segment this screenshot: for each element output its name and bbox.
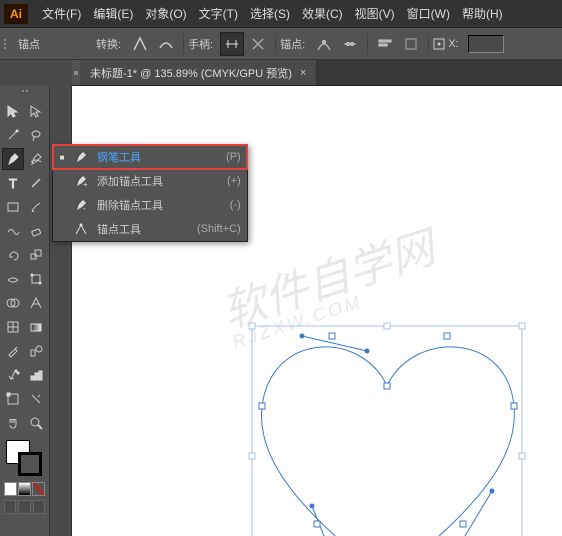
anchor-label: 锚点: [18, 36, 40, 52]
svg-text:+: +: [83, 180, 88, 188]
menu-window[interactable]: 窗口(W): [401, 1, 456, 26]
draw-normal-mode[interactable]: [4, 500, 16, 514]
menu-select[interactable]: 选择(S): [244, 1, 296, 26]
paintbrush-tool[interactable]: [26, 196, 48, 218]
flyout-pen-tool[interactable]: ■ 钢笔工具 (P): [53, 145, 247, 169]
symbol-sprayer-tool[interactable]: [2, 364, 24, 386]
anchor-convert-icon: [73, 222, 89, 236]
tab-grip[interactable]: [72, 60, 80, 85]
toolbox-grip[interactable]: [15, 90, 35, 96]
pen-icon: [73, 150, 89, 164]
curvature-tool[interactable]: [26, 148, 47, 170]
eraser-tool[interactable]: [26, 220, 48, 242]
artboard-tool[interactable]: [2, 388, 24, 410]
flyout-shortcut: (+): [227, 175, 241, 187]
mesh-tool[interactable]: [2, 316, 24, 338]
menubar: Ai 文件(F) 编辑(E) 对象(O) 文字(T) 选择(S) 效果(C) 视…: [0, 0, 562, 28]
pen-minus-icon: -: [73, 198, 89, 212]
cut-anchor-button[interactable]: [338, 32, 362, 56]
flyout-label: 删除锚点工具: [97, 197, 210, 213]
handle-label: 手柄:: [188, 36, 213, 52]
flyout-anchor-convert-tool[interactable]: 锚点工具 (Shift+C): [53, 217, 247, 241]
convert-smooth-button[interactable]: [154, 32, 178, 56]
shape-builder-tool[interactable]: [2, 292, 24, 314]
svg-text:-: -: [83, 204, 86, 212]
remove-anchor-button[interactable]: [312, 32, 336, 56]
type-tool[interactable]: T: [2, 172, 24, 194]
anchor2-label: 锚点:: [280, 36, 305, 52]
isolate-button[interactable]: [399, 32, 423, 56]
menu-help[interactable]: 帮助(H): [456, 1, 509, 26]
slice-tool[interactable]: [26, 388, 48, 410]
flyout-add-anchor-tool[interactable]: + 添加锚点工具 (+): [53, 169, 247, 193]
flyout-label: 锚点工具: [97, 221, 177, 237]
convert-label: 转换:: [96, 36, 121, 52]
menu-effect[interactable]: 效果(C): [296, 1, 349, 26]
align-handles-button[interactable]: [373, 32, 397, 56]
pen-plus-icon: +: [73, 174, 89, 188]
flyout-shortcut: (P): [226, 151, 241, 163]
flyout-shortcut: (Shift+C): [197, 223, 241, 235]
x-input[interactable]: [468, 35, 504, 53]
direct-selection-tool[interactable]: [26, 100, 48, 122]
menu-type[interactable]: 文字(T): [193, 1, 244, 26]
rectangle-tool[interactable]: [2, 196, 24, 218]
color-mode-none[interactable]: [32, 482, 45, 496]
width-tool[interactable]: [2, 268, 24, 290]
zoom-tool[interactable]: [26, 412, 48, 434]
blend-tool[interactable]: [26, 340, 48, 362]
flyout-label: 添加锚点工具: [97, 173, 207, 189]
document-title: 未标题-1* @ 135.89% (CMYK/GPU 预览): [90, 65, 292, 81]
draw-inside-mode[interactable]: [33, 500, 45, 514]
selected-indicator: ■: [59, 153, 65, 162]
flyout-delete-anchor-tool[interactable]: - 删除锚点工具 (-): [53, 193, 247, 217]
x-coord-field[interactable]: X:: [433, 35, 503, 53]
convert-corner-button[interactable]: [128, 32, 152, 56]
gradient-tool[interactable]: [26, 316, 48, 338]
panel-grip[interactable]: [4, 34, 12, 54]
menu-file[interactable]: 文件(F): [36, 1, 87, 26]
flyout-shortcut: (-): [230, 199, 241, 211]
eyedropper-tool[interactable]: [2, 340, 24, 362]
handle-show-button[interactable]: [220, 32, 244, 56]
line-tool[interactable]: [26, 172, 48, 194]
menu-object[interactable]: 对象(O): [139, 1, 192, 26]
column-graph-tool[interactable]: [26, 364, 48, 386]
stroke-swatch[interactable]: [18, 452, 42, 476]
pen-tool-flyout: ■ 钢笔工具 (P) + 添加锚点工具 (+) - 删除锚点工具 (-) 锚点工…: [52, 144, 248, 242]
scale-tool[interactable]: [26, 244, 48, 266]
menu-edit[interactable]: 编辑(E): [87, 1, 139, 26]
selection-tool[interactable]: [2, 100, 24, 122]
color-mode-gradient[interactable]: [18, 482, 31, 496]
shaper-tool[interactable]: [2, 220, 24, 242]
color-swatches[interactable]: [2, 440, 47, 478]
toolbox: T: [0, 86, 50, 536]
menu-view[interactable]: 视图(V): [349, 1, 401, 26]
draw-behind-mode[interactable]: [18, 500, 30, 514]
flyout-label: 钢笔工具: [97, 149, 206, 165]
close-tab-button[interactable]: ×: [300, 67, 306, 79]
rotate-tool[interactable]: [2, 244, 24, 266]
svg-text:T: T: [9, 176, 17, 190]
document-tab-bar: 未标题-1* @ 135.89% (CMYK/GPU 预览) ×: [72, 60, 562, 86]
app-logo: Ai: [4, 4, 28, 24]
pen-tool[interactable]: [2, 148, 24, 170]
handle-hide-button[interactable]: [246, 32, 270, 56]
document-tab[interactable]: 未标题-1* @ 135.89% (CMYK/GPU 预览) ×: [80, 60, 317, 85]
transform-icon: [433, 38, 445, 50]
hand-tool[interactable]: [2, 412, 24, 434]
lasso-tool[interactable]: [26, 124, 48, 146]
magic-wand-tool[interactable]: [2, 124, 24, 146]
option-bar: 锚点 转换: 手柄: 锚点: X:: [0, 28, 562, 60]
x-label: X:: [448, 38, 458, 50]
perspective-grid-tool[interactable]: [26, 292, 48, 314]
heart-shape[interactable]: [212, 256, 562, 536]
free-transform-tool[interactable]: [26, 268, 48, 290]
color-mode-solid[interactable]: [4, 482, 17, 496]
